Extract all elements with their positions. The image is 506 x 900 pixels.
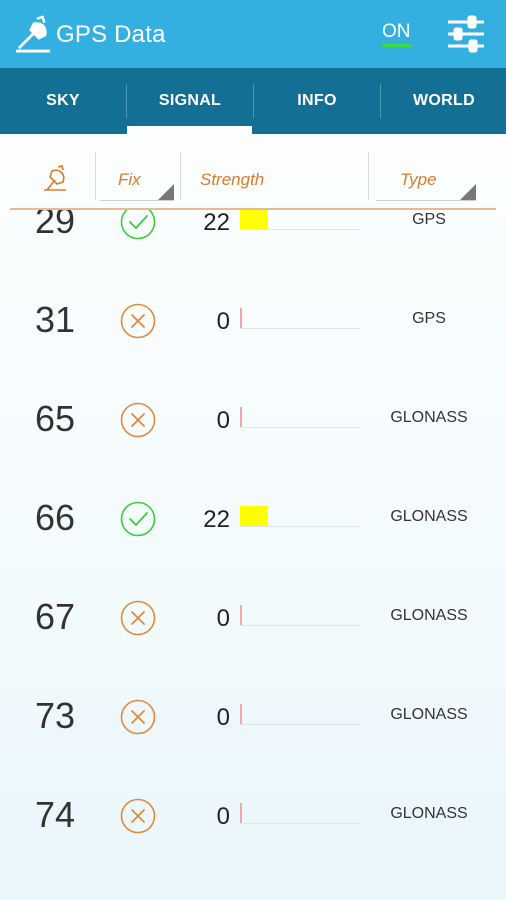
app-bar: GPS Data ON <box>0 0 506 68</box>
column-header-fix[interactable]: Fix <box>118 170 141 190</box>
satellite-prn: 73 <box>34 695 76 736</box>
satellite-prn: 29 <box>34 210 76 241</box>
signal-strength-value: 0 <box>216 803 230 830</box>
column-divider <box>368 152 369 200</box>
satellite-prn: 74 <box>34 794 76 835</box>
check-circle-icon <box>120 210 156 240</box>
sort-corner-icon <box>158 184 174 200</box>
table-row[interactable]: 74 0 GLONASS <box>0 794 506 893</box>
column-divider <box>180 152 181 200</box>
signal-bar <box>240 506 268 526</box>
column-header-strength[interactable]: Strength <box>200 170 264 190</box>
signal-strength-value: 0 <box>216 407 230 434</box>
x-circle-icon <box>120 798 156 834</box>
satellite-prn: 66 <box>34 497 76 538</box>
satellite-prn: 67 <box>34 596 76 637</box>
signal-bar-empty <box>240 308 242 328</box>
sort-underline <box>376 200 476 201</box>
signal-strength-value: 0 <box>216 704 230 731</box>
table-header: Fix Strength Type <box>0 134 506 210</box>
satellite-list[interactable]: 29 22 GPS 31 0 GPS 65 0 GLONASS 66 22 GLONASS 67 0 GLO… <box>0 210 506 900</box>
signal-bar-empty <box>240 803 242 823</box>
sliders-icon[interactable] <box>446 14 486 54</box>
signal-bar-track <box>240 724 360 725</box>
signal-bar-empty <box>240 605 242 625</box>
x-circle-icon <box>120 600 156 636</box>
table-row[interactable]: 31 0 GPS <box>0 299 506 398</box>
satellite-dish-icon <box>15 15 51 53</box>
constellation-type: GPS <box>412 310 446 327</box>
signal-bar-track <box>240 625 360 626</box>
column-divider <box>95 152 96 200</box>
constellation-type: GPS <box>412 211 446 228</box>
constellation-type: GLONASS <box>390 508 468 525</box>
table-row[interactable]: 66 22 GLONASS <box>0 497 506 596</box>
constellation-type: GLONASS <box>390 409 468 426</box>
tab-world[interactable]: WORLD <box>381 68 506 134</box>
tab-signal[interactable]: SIGNAL <box>127 68 253 134</box>
signal-bar-track <box>240 328 360 329</box>
table-row[interactable]: 67 0 GLONASS <box>0 596 506 695</box>
tab-info[interactable]: INFO <box>254 68 380 134</box>
signal-bar-track <box>240 823 360 824</box>
active-tab-indicator <box>127 126 252 134</box>
signal-bar <box>240 210 268 229</box>
check-circle-icon <box>120 501 156 537</box>
constellation-type: GLONASS <box>390 706 468 723</box>
satellite-prn: 65 <box>34 398 76 439</box>
signal-strength-value: 22 <box>203 210 230 236</box>
signal-strength-value: 0 <box>216 605 230 632</box>
app-title: GPS Data <box>56 21 166 48</box>
signal-bar-track <box>240 229 360 230</box>
signal-bar-track <box>240 427 360 428</box>
table-row[interactable]: 65 0 GLONASS <box>0 398 506 497</box>
signal-strength-value: 0 <box>216 308 230 335</box>
on-toggle[interactable]: ON <box>382 22 411 47</box>
column-header-type[interactable]: Type <box>400 170 437 190</box>
tab-sky[interactable]: SKY <box>0 68 126 134</box>
table-row[interactable]: 29 22 GPS <box>0 210 506 299</box>
constellation-type: GLONASS <box>390 805 468 822</box>
signal-bar-empty <box>240 407 242 427</box>
x-circle-icon <box>120 699 156 735</box>
tab-bar: SKY SIGNAL INFO WORLD <box>0 68 506 134</box>
signal-strength-value: 22 <box>203 506 230 533</box>
x-circle-icon <box>120 402 156 438</box>
x-circle-icon <box>120 303 156 339</box>
table-row[interactable]: 73 0 GLONASS <box>0 695 506 794</box>
sort-underline <box>100 200 174 201</box>
signal-bar-track <box>240 526 360 527</box>
sort-corner-icon <box>460 184 476 200</box>
satellite-prn: 31 <box>34 299 76 340</box>
satellite-dish-icon[interactable] <box>41 165 69 193</box>
signal-bar-empty <box>240 704 242 724</box>
constellation-type: GLONASS <box>390 607 468 624</box>
